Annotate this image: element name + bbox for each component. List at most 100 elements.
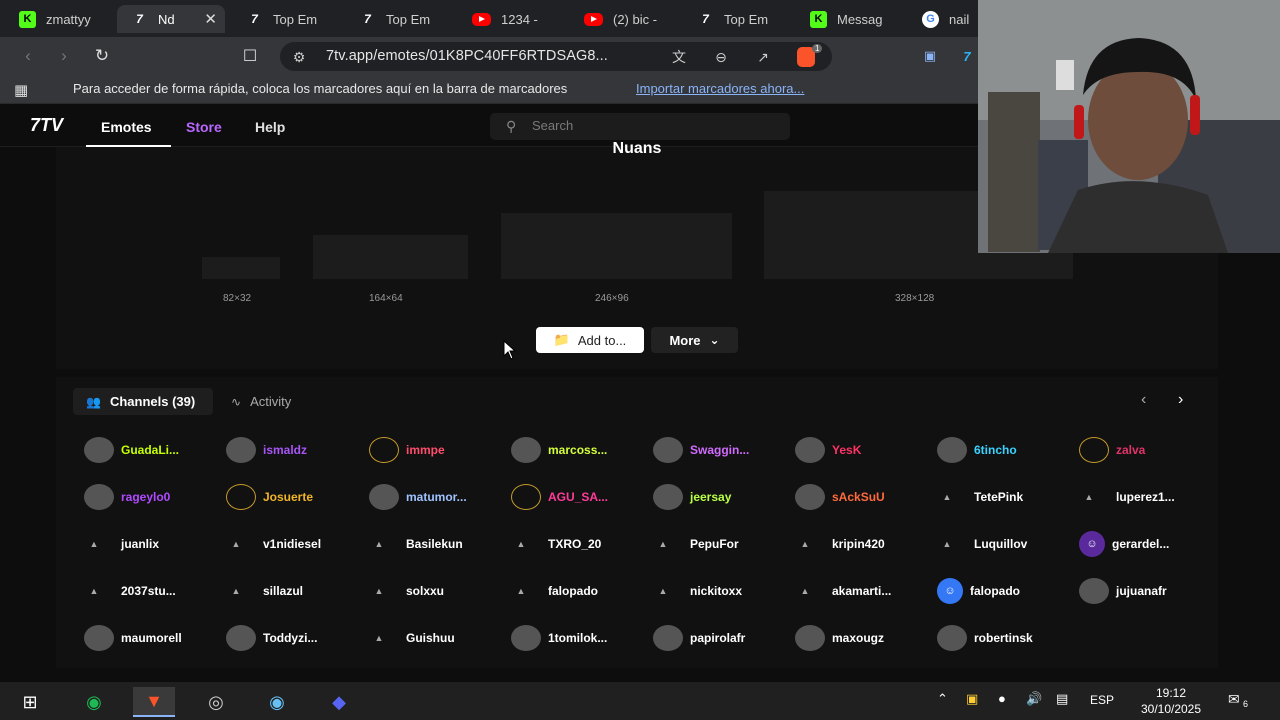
url-text[interactable]: 7tv.app/emotes/01K8PC40FF6RTDSAG8...: [326, 48, 608, 64]
nav-help[interactable]: Help: [255, 119, 285, 135]
browser-tab[interactable]: Gnail: [908, 5, 978, 33]
channel-item[interactable]: ▲ Basilekun: [369, 531, 463, 557]
channel-item[interactable]: GuadaLi...: [84, 437, 179, 463]
windows-start-icon[interactable]: ⊞: [9, 687, 51, 717]
channel-item[interactable]: ▲ kripin420: [795, 531, 885, 557]
emote-preview-1x[interactable]: [202, 257, 280, 279]
site-settings-icon[interactable]: ⚙: [288, 46, 310, 68]
brave-browser-icon[interactable]: ▼: [133, 687, 175, 717]
channel-item[interactable]: immpe: [369, 437, 445, 463]
microphone-icon[interactable]: ●: [998, 691, 1006, 706]
chevron-right-icon[interactable]: ›: [1178, 391, 1183, 409]
channel-item[interactable]: ▲ akamarti...: [795, 578, 892, 604]
channel-item[interactable]: ▲ v1nidiesel: [226, 531, 322, 557]
channel-item[interactable]: matumor...: [369, 484, 467, 510]
discord-icon[interactable]: ◆: [318, 687, 360, 717]
browser-tab[interactable]: (2) bic -: [570, 5, 682, 33]
nav-store[interactable]: Store: [186, 119, 222, 135]
channel-item[interactable]: AGU_SA...: [511, 484, 608, 510]
bookmark-icon[interactable]: ☐: [237, 43, 263, 69]
channel-item[interactable]: maumorell: [84, 625, 182, 651]
channel-item[interactable]: marcoss...: [511, 437, 607, 463]
network-icon[interactable]: ▤: [1056, 691, 1068, 707]
browser-tab[interactable]: Kzmattyy: [5, 5, 115, 33]
channel-item[interactable]: ☺ gerardel...: [1079, 531, 1169, 557]
channel-item[interactable]: YesK: [795, 437, 861, 463]
spotify-icon[interactable]: ◉: [73, 687, 115, 717]
emote-preview-3x[interactable]: [501, 213, 732, 279]
channel-item[interactable]: ☺ falopado: [937, 578, 1020, 604]
tab-channels-label: Channels (39): [109, 394, 196, 409]
add-to-button[interactable]: 📁 Add to...: [536, 327, 644, 353]
extension-icon[interactable]: ▣: [917, 43, 943, 69]
channel-item[interactable]: ▲ nickitoxx: [653, 578, 743, 604]
notifications-icon[interactable]: ✉: [1228, 691, 1240, 708]
channel-item[interactable]: ▲ 2037stu...: [84, 578, 176, 604]
tab-activity[interactable]: ∿ Activity: [231, 388, 291, 415]
nav-emotes[interactable]: Emotes: [101, 119, 152, 135]
channel-item[interactable]: ▲ juanlix: [84, 531, 159, 557]
channel-item[interactable]: sAckSuU: [795, 484, 885, 510]
language-indicator[interactable]: ESP: [1090, 693, 1114, 707]
steam-icon[interactable]: ◉: [256, 687, 298, 717]
channel-name: Guishuu: [406, 631, 455, 645]
browser-tab[interactable]: 7 Top Em: [683, 5, 795, 33]
channel-item[interactable]: jeersay: [653, 484, 731, 510]
channel-item[interactable]: ▲ PepuFor: [653, 531, 739, 557]
channel-item[interactable]: jujuanafr: [1079, 578, 1167, 604]
channel-item[interactable]: ▲ TetePink: [937, 484, 1024, 510]
volume-icon[interactable]: 🔊: [1026, 691, 1042, 707]
channel-item[interactable]: ▲ solxxu: [369, 578, 444, 604]
search-box[interactable]: ⚲: [490, 113, 790, 140]
reload-button[interactable]: ↻: [89, 43, 115, 69]
chevron-left-icon[interactable]: ‹: [1141, 391, 1146, 409]
tab-channels[interactable]: 👥 Channels (39): [73, 388, 213, 415]
forward-button[interactable]: ›: [51, 43, 77, 69]
share-icon[interactable]: ↗: [752, 46, 774, 68]
7tv-extension-icon[interactable]: 7: [954, 43, 980, 69]
channel-name: matumor...: [406, 490, 467, 504]
channel-item[interactable]: ▲ Guishuu: [369, 625, 455, 651]
channel-item[interactable]: Toddyzi...: [226, 625, 317, 651]
channel-item[interactable]: papirolafr: [653, 625, 745, 651]
channel-item[interactable]: Swaggin...: [653, 437, 749, 463]
7tv-logo[interactable]: 7TV: [30, 115, 63, 136]
channel-name: robertinsk: [974, 631, 1033, 645]
apps-grid-icon[interactable]: ▦: [14, 81, 36, 99]
channel-item[interactable]: ▲ luperez1...: [1079, 484, 1175, 510]
channel-name: maxougz: [832, 631, 885, 645]
channel-item[interactable]: maxougz: [795, 625, 884, 651]
address-bar[interactable]: ⚙ 7tv.app/emotes/01K8PC40FF6RTDSAG8... 文…: [280, 42, 832, 71]
clock[interactable]: 19:12 30/10/2025: [1133, 685, 1209, 717]
channel-item[interactable]: ▲ Luquillov: [937, 531, 1028, 557]
channel-item[interactable]: ▲ falopado: [511, 578, 598, 604]
import-bookmarks-link[interactable]: Importar marcadores ahora...: [636, 81, 804, 96]
close-tab-icon[interactable]: ✕: [204, 10, 217, 28]
channel-item[interactable]: ▲ sillazul: [226, 578, 303, 604]
browser-tab[interactable]: K Messag: [796, 5, 908, 33]
obs-icon[interactable]: ◎: [195, 687, 237, 717]
channel-item[interactable]: robertinsk: [937, 625, 1033, 651]
browser-tab[interactable]: 7 Top Em: [345, 5, 457, 33]
emote-preview-2x[interactable]: [313, 235, 468, 279]
more-button[interactable]: More ⌄: [651, 327, 738, 353]
channel-item[interactable]: zalva: [1079, 437, 1145, 463]
channel-name: Toddyzi...: [263, 631, 318, 645]
avatar: [226, 437, 256, 463]
channel-item[interactable]: rageylo0: [84, 484, 170, 510]
translate-icon[interactable]: 文: [668, 46, 690, 68]
channel-item[interactable]: 1tomilok...: [511, 625, 607, 651]
avatar: ▲: [374, 633, 384, 643]
channel-item[interactable]: Josuerte: [226, 484, 313, 510]
search-input[interactable]: [532, 118, 772, 133]
channel-item[interactable]: ismaldz: [226, 437, 307, 463]
browser-tab[interactable]: 1234 -: [458, 5, 570, 33]
back-button[interactable]: ‹: [15, 43, 41, 69]
channel-item[interactable]: ▲ TXRO_20: [511, 531, 602, 557]
channel-item[interactable]: 6tincho: [937, 437, 1017, 463]
browser-tab[interactable]: 7 Nd ✕: [117, 5, 225, 33]
browser-tab[interactable]: 7 Top Em: [232, 5, 344, 33]
zoom-icon[interactable]: ⊖: [710, 46, 732, 68]
tray-chevron-up-icon[interactable]: ⌃: [937, 691, 948, 707]
tray-app-icon[interactable]: ▣: [966, 691, 978, 707]
